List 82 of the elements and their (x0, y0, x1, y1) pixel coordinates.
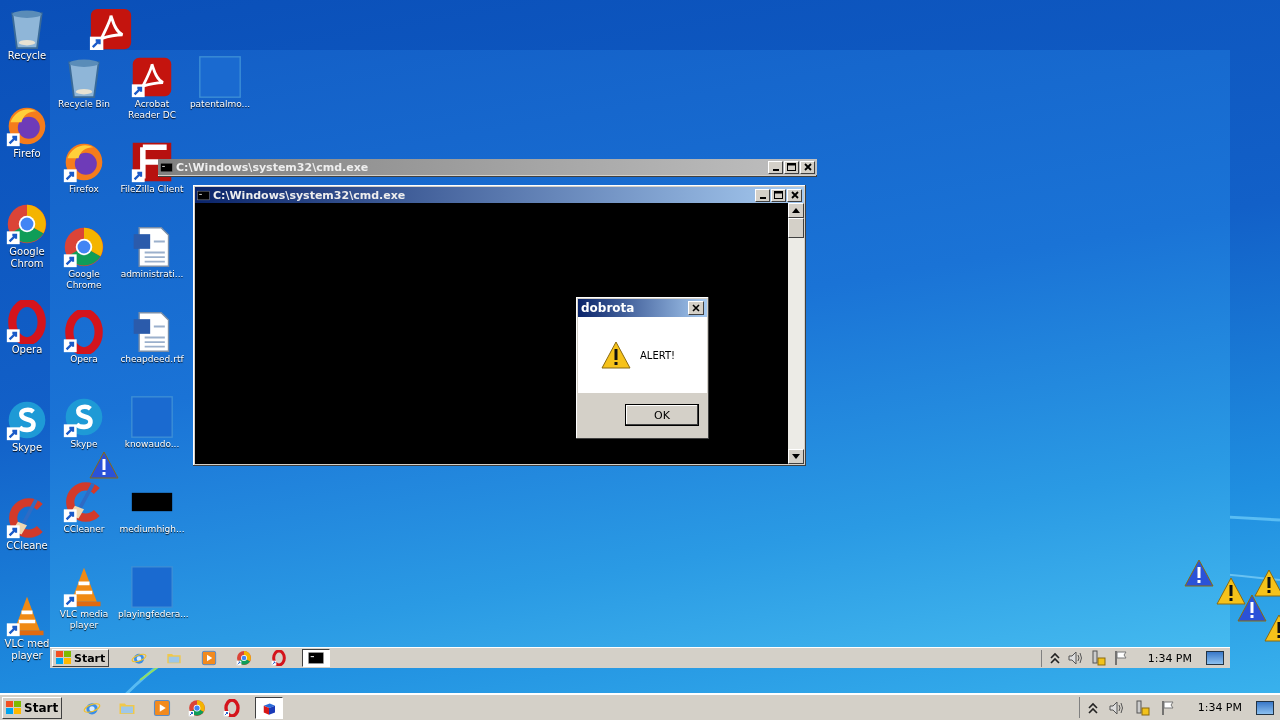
maximize-icon (774, 191, 783, 199)
maximize-icon (787, 163, 796, 171)
close-icon (692, 304, 700, 312)
icon-label: Recycle Bin (57, 99, 111, 110)
speaker-icon[interactable] (1107, 700, 1124, 715)
play-icon (153, 698, 172, 717)
minimize-button[interactable] (768, 160, 783, 174)
icon-label: playingfedera... (118, 609, 186, 620)
windows-logo-icon (6, 700, 22, 715)
network-icon[interactable] (1133, 699, 1150, 716)
icon-label: Google Chrome (65, 269, 103, 291)
taskbar-button[interactable] (302, 649, 331, 667)
browser-icon (62, 310, 106, 354)
close-button[interactable] (688, 301, 704, 315)
icon-label: Recycle (6, 50, 48, 62)
dialog-title: dobrota (581, 301, 635, 315)
minimize-button[interactable] (755, 188, 770, 202)
window-title: C:\Windows\system32\cmd.exe (176, 160, 370, 174)
close-icon (803, 163, 812, 171)
warning-icon (88, 450, 120, 480)
browser-icon (62, 225, 106, 269)
icon-label: CCleaner (62, 524, 106, 535)
blank-file-icon (130, 395, 174, 439)
warning-icon (600, 340, 632, 370)
scroll-up-icon[interactable] (792, 208, 800, 213)
icon-label: Google Chrom (8, 246, 46, 270)
icon-label: VLC media player (58, 609, 110, 631)
icon-label: patentalmo... (188, 99, 252, 110)
alert-message: ALERT! (640, 349, 676, 361)
close-button[interactable] (787, 188, 802, 202)
browser-icon (223, 698, 242, 717)
ok-button[interactable]: OK (625, 404, 699, 426)
icon-label: mediumhigh... (118, 524, 186, 535)
icon-label: CCleane (5, 540, 49, 552)
browser-icon (5, 202, 49, 246)
scrollbar-thumb[interactable] (788, 218, 804, 238)
icon-label: Skype (69, 439, 99, 450)
icon-label: Skype (10, 442, 44, 454)
start-button[interactable]: Start (52, 649, 110, 667)
icon-label: administrati... (119, 269, 185, 280)
icon-label: cheapdeed.rtf (119, 354, 185, 365)
blank-file-icon (198, 55, 242, 99)
pdf-icon (88, 6, 134, 52)
warning-icon (1183, 558, 1215, 588)
icon-label: Acrobat Reader DC (127, 99, 177, 121)
file-thumbnail-icon (130, 491, 174, 513)
browser-icon (5, 300, 49, 344)
taskbar-button[interactable] (255, 696, 284, 719)
blank-file-icon (130, 565, 174, 609)
warning-icon (1215, 576, 1247, 606)
console-icon (197, 188, 210, 202)
console-icon (308, 650, 325, 666)
clock[interactable]: 1:34 PM (1197, 701, 1242, 714)
windows-logo-icon (56, 651, 72, 665)
flag-icon[interactable] (1159, 699, 1176, 716)
speaker-icon[interactable] (1066, 651, 1083, 665)
scroll-down-icon[interactable] (792, 454, 800, 459)
maximize-button[interactable] (771, 188, 786, 202)
console-icon (160, 160, 173, 174)
close-button[interactable] (800, 160, 815, 174)
icon-label: Opera (10, 344, 44, 356)
icon-label: Firefo (12, 148, 42, 160)
pdf-icon (130, 55, 174, 99)
close-icon (790, 191, 799, 199)
icon-label: VLC med player (3, 638, 51, 662)
chevron-up-icon[interactable] (1049, 652, 1060, 664)
maximize-button[interactable] (784, 160, 799, 174)
clock[interactable]: 1:34 PM (1147, 651, 1192, 665)
network-icon[interactable] (1089, 650, 1106, 666)
icon-label: knowaudo... (123, 439, 181, 450)
start-button[interactable]: Start (2, 696, 63, 719)
browser-icon (188, 698, 207, 717)
show-desktop-button[interactable] (1206, 651, 1224, 665)
window-title: C:\Windows\system32\cmd.exe (213, 188, 407, 202)
warning-icon (1253, 568, 1280, 598)
icon-label: Firefox (68, 184, 100, 195)
flag-icon[interactable] (1112, 650, 1129, 666)
icon-label: Opera (69, 354, 99, 365)
chevron-up-icon[interactable] (1087, 701, 1098, 714)
show-desktop-button[interactable] (1256, 700, 1274, 715)
scrollbar[interactable] (788, 203, 804, 464)
icon-label: FileZilla Client (119, 184, 185, 195)
